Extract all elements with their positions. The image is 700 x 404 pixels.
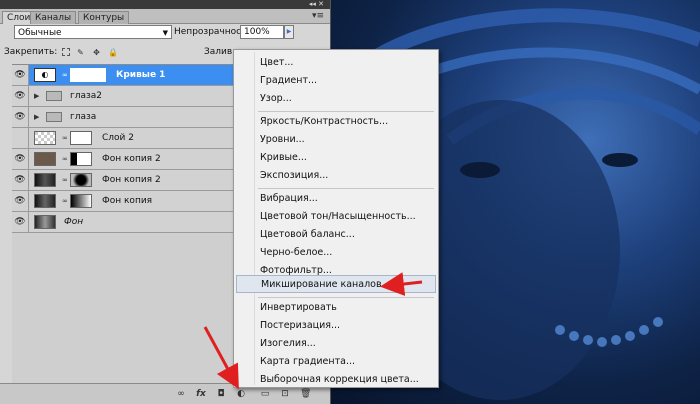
arrow-to-channel-mixer	[380, 272, 423, 296]
arrow-to-adjustment-button	[203, 326, 239, 390]
annotation-arrows	[203, 272, 423, 390]
